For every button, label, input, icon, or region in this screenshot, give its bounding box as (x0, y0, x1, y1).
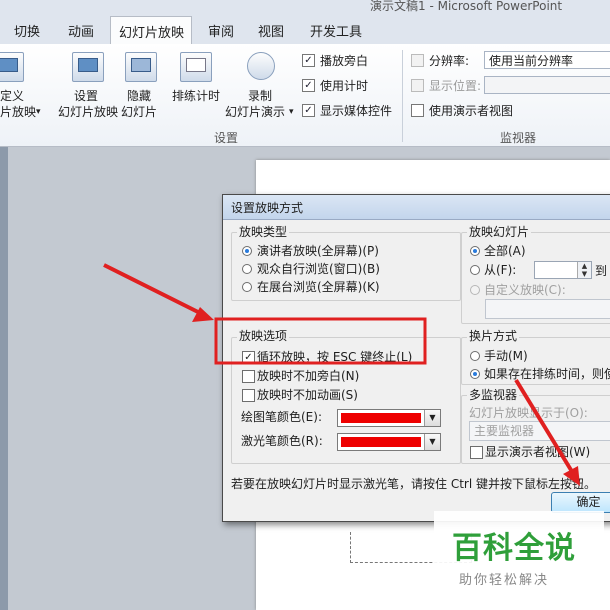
from-slide-label[interactable]: 从(F): (484, 261, 516, 278)
window-title: 演示文稿1 - Microsoft PowerPoint (370, 0, 563, 13)
dialog-title-bar[interactable]: 设置放映方式 (223, 195, 610, 220)
resolution-label: 分辨率: (429, 54, 470, 68)
display-on-dropdown: 主要监视器 (469, 421, 610, 441)
custom-show-label: 自定义放映(C): (484, 283, 566, 297)
no-animation-label[interactable]: 放映时不加动画(S) (257, 386, 358, 403)
show-options-title: 放映选项 (237, 327, 290, 344)
chevron-down-icon[interactable]: ▾ (36, 104, 41, 120)
ribbon-panel: 定义 片放映 ▾ 设置 幻灯片放映 隐藏 幻灯片 排练计时 录制 幻灯片演示 ▾… (0, 44, 610, 147)
manual-advance-radio[interactable] (470, 351, 480, 361)
chevron-down-icon[interactable]: ▼ (424, 410, 440, 426)
rehearse-label[interactable]: 排练计时 (172, 88, 220, 104)
play-narration-checkbox[interactable]: ✓ (302, 54, 315, 67)
multi-monitor-title: 多监视器 (467, 386, 520, 403)
all-slides-label[interactable]: 全部(A) (484, 242, 526, 259)
slides-pane-edge (0, 147, 8, 610)
setup-show-label2[interactable]: 幻灯片放映 (58, 104, 118, 120)
from-slide-spinner[interactable]: ▲ ▼ (534, 261, 592, 279)
custom-show-icon (0, 52, 24, 82)
use-timings-label: 使用计时 (320, 79, 369, 93)
monitor-icon (411, 79, 424, 92)
show-media-controls-checkbox[interactable]: ✓ (302, 104, 315, 117)
spinner-arrows-icon[interactable]: ▲ ▼ (577, 262, 591, 278)
custom-show-label2[interactable]: 片放映 (0, 104, 36, 120)
no-narration-checkbox[interactable] (242, 370, 255, 383)
laser-color-swatch (341, 437, 421, 447)
show-slides-title: 放映幻灯片 (467, 223, 532, 240)
custom-show-label1[interactable]: 定义 (0, 88, 24, 104)
watermark-title: 百科全说 (452, 531, 576, 566)
presenter-view-dialog-checkbox[interactable] (470, 446, 483, 459)
monitors-group-label: 监视器 (500, 131, 537, 145)
pen-color-label: 绘图笔颜色(E): (241, 410, 322, 424)
hide-slide-label2[interactable]: 幻灯片 (121, 104, 157, 120)
resolution-dropdown[interactable]: 使用当前分辨率 (484, 51, 610, 69)
custom-show-radio (470, 285, 480, 295)
title-bar: 演示文稿1 - Microsoft PowerPoint (0, 0, 610, 14)
show-on-dropdown (484, 76, 610, 94)
presenter-mode-radio[interactable] (242, 246, 252, 256)
all-slides-radio[interactable] (470, 246, 480, 256)
presenter-view-dialog-label[interactable]: 显示演示者视图(W) (485, 443, 590, 460)
hide-slide-label1[interactable]: 隐藏 (127, 88, 151, 104)
advance-title: 换片方式 (467, 327, 520, 344)
loop-checkbox[interactable]: ✓ (242, 351, 255, 364)
pen-color-picker[interactable]: ▼ (337, 409, 441, 427)
no-narration-label[interactable]: 放映时不加旁白(N) (257, 367, 359, 384)
no-animation-checkbox[interactable] (242, 389, 255, 402)
presenter-view-label: 使用演示者视图 (429, 104, 514, 118)
laser-color-picker[interactable]: ▼ (337, 433, 441, 451)
watermark-logo: 百科全说 助你轻松解决 (434, 511, 604, 603)
from-slide-radio[interactable] (470, 265, 480, 275)
browse-window-radio[interactable] (242, 264, 252, 274)
manual-advance-label[interactable]: 手动(M) (484, 347, 528, 364)
ribbon-tabs: 切换 动画 幻灯片放映 审阅 视图 开发工具 (0, 14, 610, 45)
tab-view[interactable]: 视图 (258, 21, 284, 40)
laser-color-label: 激光笔颜色(R): (241, 434, 323, 448)
hide-slide-icon[interactable] (125, 52, 157, 82)
group-separator (402, 50, 403, 142)
record-label2[interactable]: 幻灯片演示 (225, 104, 285, 120)
show-on-label: 显示位置: (429, 79, 482, 93)
use-timings-advance-label[interactable]: 如果存在排练时间，则使 (484, 365, 610, 382)
presenter-view-checkbox[interactable] (411, 104, 424, 117)
to-label: 到 (595, 264, 608, 278)
kiosk-mode-label[interactable]: 在展台浏览(全屏幕)(K) (257, 278, 380, 295)
dialog-title: 设置放映方式 (231, 201, 304, 215)
tab-review[interactable]: 审阅 (208, 21, 234, 40)
chevron-down-icon[interactable]: ▾ (289, 104, 294, 120)
use-timings-radio[interactable] (470, 369, 480, 379)
rehearse-timings-icon[interactable] (180, 52, 212, 82)
laser-hint-text: 若要在放映幻灯片时显示激光笔，请按住 Ctrl 键并按下鼠标左按钮。 (231, 477, 596, 491)
kiosk-mode-radio[interactable] (242, 282, 252, 292)
resolution-icon (411, 54, 424, 67)
record-clock-icon[interactable] (247, 52, 275, 80)
setup-slideshow-icon[interactable] (72, 52, 104, 82)
tab-slide-show[interactable]: 幻灯片放映 (110, 16, 192, 44)
custom-show-dropdown (485, 299, 610, 319)
tab-animations[interactable]: 动画 (68, 21, 94, 40)
loop-label[interactable]: 循环放映，按 ESC 键终止(L) (257, 348, 412, 365)
tab-developer[interactable]: 开发工具 (310, 21, 362, 40)
record-label1[interactable]: 录制 (248, 88, 272, 104)
tab-transitions[interactable]: 切换 (14, 21, 40, 40)
setup-group-label: 设置 (214, 131, 239, 145)
chevron-down-icon[interactable]: ▼ (424, 434, 440, 450)
watermark-subtitle: 助你轻松解决 (459, 573, 550, 588)
setup-show-label1[interactable]: 设置 (74, 88, 98, 104)
pen-color-swatch (341, 413, 421, 423)
show-media-controls-label: 显示媒体控件 (320, 104, 393, 118)
presenter-mode-label[interactable]: 演讲者放映(全屏幕)(P) (257, 242, 379, 259)
ok-button[interactable]: 确定 (551, 492, 610, 513)
show-type-title: 放映类型 (237, 223, 290, 240)
use-timings-checkbox[interactable]: ✓ (302, 79, 315, 92)
play-narration-label: 播放旁白 (320, 54, 369, 68)
browse-window-label[interactable]: 观众自行浏览(窗口)(B) (257, 260, 380, 277)
setup-show-dialog: 设置放映方式 放映类型 演讲者放映(全屏幕)(P) 观众自行浏览(窗口)(B) … (222, 194, 610, 522)
display-on-label: 幻灯片放映显示于(O): (469, 406, 588, 420)
